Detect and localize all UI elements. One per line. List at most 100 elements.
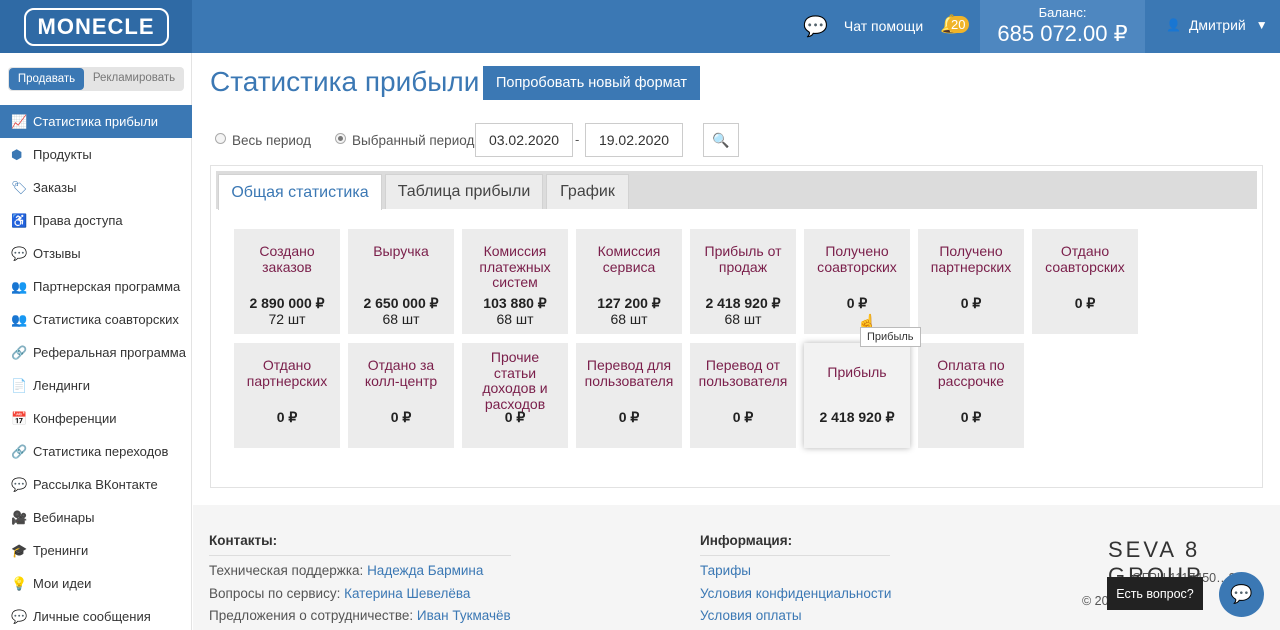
stat-card-title: Прочие статьи доходов и расходов — [482, 349, 548, 412]
tab-chart[interactable]: График — [546, 174, 629, 209]
sidebar-item[interactable]: 💬 Отзывы — [0, 237, 192, 270]
stat-card-value: 0 ₽ — [960, 409, 982, 425]
sidebar-item[interactable]: 👥 Партнерская программа — [0, 270, 192, 303]
contact-label: Вопросы по сервису: — [209, 586, 341, 601]
date-from-input[interactable]: 03.02.2020 — [475, 123, 573, 157]
sidebar-item[interactable]: 🎓 Тренинги — [0, 534, 192, 567]
mode-sell-button[interactable]: Продавать — [9, 68, 84, 90]
stat-card[interactable]: Перевод для пользователя 0 ₽ — [576, 343, 682, 448]
question-button[interactable]: Есть вопрос? — [1107, 577, 1203, 610]
sidebar-item-label: Партнерская программа — [33, 279, 181, 294]
stat-card[interactable]: Перевод от пользователя 0 ₽ — [690, 343, 796, 448]
date-to-input[interactable]: 19.02.2020 — [585, 123, 683, 157]
stat-card[interactable]: Отдано партнерских 0 ₽ — [234, 343, 340, 448]
mode-advertise-button[interactable]: Рекламировать — [85, 67, 183, 91]
sidebar-item[interactable]: 📈 Статистика прибыли — [0, 105, 192, 138]
universal-access-icon: ♿ — [11, 212, 28, 228]
contact-link[interactable]: Иван Тукмачёв — [417, 608, 511, 623]
stat-card-value: 0 ₽ — [276, 409, 298, 425]
try-new-format-button[interactable]: Попробовать новый формат — [483, 66, 700, 100]
sidebar-item[interactable]: 💬 Рассылка ВКонтакте — [0, 468, 192, 501]
mode-toggle: Продавать Рекламировать — [8, 67, 184, 91]
user-menu[interactable]: 👤 Дмитрий ▼ — [1166, 17, 1268, 33]
stat-card[interactable]: Создано заказов 2 890 000 ₽72 шт — [234, 229, 340, 334]
sidebar-item-label: Лендинги — [33, 378, 90, 393]
comments-icon: 💬 — [11, 245, 28, 261]
chart-icon: 📈 — [11, 113, 28, 129]
logo[interactable]: MONECLE — [23, 7, 169, 46]
stat-card[interactable]: Отдано за колл-центр 0 ₽ — [348, 343, 454, 448]
sidebar-item-label: Рассылка ВКонтакте — [33, 477, 158, 492]
stat-card-title: Перевод от пользователя — [698, 357, 788, 389]
footer: Контакты: Техническая поддержка: Надежда… — [193, 505, 1280, 630]
graduation-cap-icon: 🎓 — [11, 542, 28, 558]
main-content: Статистика прибыли Попробовать новый фор… — [193, 53, 1280, 505]
stat-card-count: 68 шт — [724, 311, 762, 327]
user-plus-icon: 👥 — [11, 311, 28, 327]
payment-terms-link[interactable]: Условия оплаты — [700, 608, 802, 623]
stat-card-title: Отдано партнерских — [246, 357, 328, 389]
sidebar-item[interactable]: 🏷 Заказы — [0, 171, 192, 204]
search-button[interactable]: 🔍 — [703, 123, 739, 157]
stat-card[interactable]: Выручка 2 650 000 ₽68 шт — [348, 229, 454, 334]
stat-card[interactable]: Прочие статьи доходов и расходов 0 ₽ — [462, 343, 568, 448]
sidebar: Продавать Рекламировать 📈 Статистика приб… — [0, 53, 192, 630]
sidebar-item[interactable]: 👥 Статистика соавторских — [0, 303, 192, 336]
sidebar-item-label: Мои идеи — [33, 576, 92, 591]
comments-icon: 💬 — [11, 608, 28, 624]
privacy-link[interactable]: Условия конфиденциальности — [700, 586, 891, 601]
period-selected-radio[interactable] — [335, 133, 346, 144]
stat-card-title: Отдано за колл-центр — [364, 357, 438, 389]
period-all-label[interactable]: Весь период — [232, 133, 311, 148]
sidebar-item[interactable]: 💡 Мои идеи — [0, 567, 192, 600]
period-selected-label[interactable]: Выбранный период — [352, 133, 474, 148]
sidebar-item[interactable]: 🔗 Статистика переходов — [0, 435, 192, 468]
stat-card[interactable]: Оплата по рассрочке 0 ₽ — [918, 343, 1024, 448]
sidebar-item[interactable]: 🔗 Реферальная программа — [0, 336, 192, 369]
sidebar-menu: 📈 Статистика прибыли ⬢ Продукты 🏷 Заказы ♿ Прав… — [0, 105, 192, 630]
contact-row: Вопросы по сервису: Катерина Шевелёва — [209, 586, 470, 601]
user-icon: 👤 — [1166, 18, 1181, 32]
period-all-radio[interactable] — [215, 133, 226, 144]
sidebar-item-label: Конференции — [33, 411, 117, 426]
contact-label: Техническая поддержка: — [209, 563, 364, 578]
stat-card-value: 0 ₽ — [618, 409, 640, 425]
link-icon: 🔗 — [11, 344, 28, 360]
sidebar-item-label: Права доступа — [33, 213, 123, 228]
date-separator: - — [575, 132, 580, 147]
sidebar-item[interactable]: 🎥 Вебинары — [0, 501, 192, 534]
stat-card-count: 72 шт — [268, 311, 306, 327]
logo-area[interactable]: MONECLE — [0, 0, 192, 53]
stat-card-title: Прибыль — [827, 364, 887, 380]
sidebar-item[interactable]: 💬 Личные сообщения — [0, 600, 192, 630]
sidebar-item[interactable]: ♿ Права доступа — [0, 204, 192, 237]
contact-link[interactable]: Катерина Шевелёва — [344, 586, 470, 601]
info-heading: Информация: — [700, 533, 793, 548]
stat-card[interactable]: Получено партнерских 0 ₽ — [918, 229, 1024, 334]
chat-help-link[interactable]: 💬 Чат помощи — [803, 13, 923, 39]
stat-card[interactable]: Прибыль 2 418 920 ₽ — [804, 343, 910, 448]
sidebar-item[interactable]: 📄 Лендинги — [0, 369, 192, 402]
calendar-icon: 📅 — [11, 410, 28, 426]
stat-card[interactable]: Отдано соавторских 0 ₽ — [1032, 229, 1138, 334]
stat-card[interactable]: Комиссия платежных систем 103 880 ₽68 шт — [462, 229, 568, 334]
stat-card-title: Отдано соавторских — [1045, 243, 1125, 275]
stat-card[interactable]: Комиссия сервиса 127 200 ₽68 шт — [576, 229, 682, 334]
stat-card-value: 2 418 920 ₽ — [705, 295, 781, 311]
tariffs-link[interactable]: Тарифы — [700, 563, 751, 578]
stat-card-count: 68 шт — [610, 311, 648, 327]
chat-bubble-icon[interactable]: 💬 — [1219, 572, 1264, 617]
balance-box[interactable]: Баланс: 685 072.00 ₽ — [980, 0, 1145, 53]
tab-general-stats[interactable]: Общая статистика — [218, 174, 382, 210]
tab-profit-table[interactable]: Таблица прибыли — [385, 174, 543, 209]
sidebar-item-label: Реферальная программа — [33, 345, 186, 360]
user-plus-icon: 👥 — [11, 278, 28, 294]
sidebar-item[interactable]: ⬢ Продукты — [0, 138, 192, 171]
contacts-heading: Контакты: — [209, 533, 278, 548]
page-title: Статистика прибыли — [210, 66, 480, 97]
stat-card-title: Получено соавторских — [817, 243, 897, 275]
contact-link[interactable]: Надежда Бармина — [367, 563, 483, 578]
stat-card[interactable]: Прибыль от продаж 2 418 920 ₽68 шт — [690, 229, 796, 334]
sidebar-item[interactable]: 📅 Конференции — [0, 402, 192, 435]
notification-badge[interactable]: 20 — [947, 16, 970, 33]
